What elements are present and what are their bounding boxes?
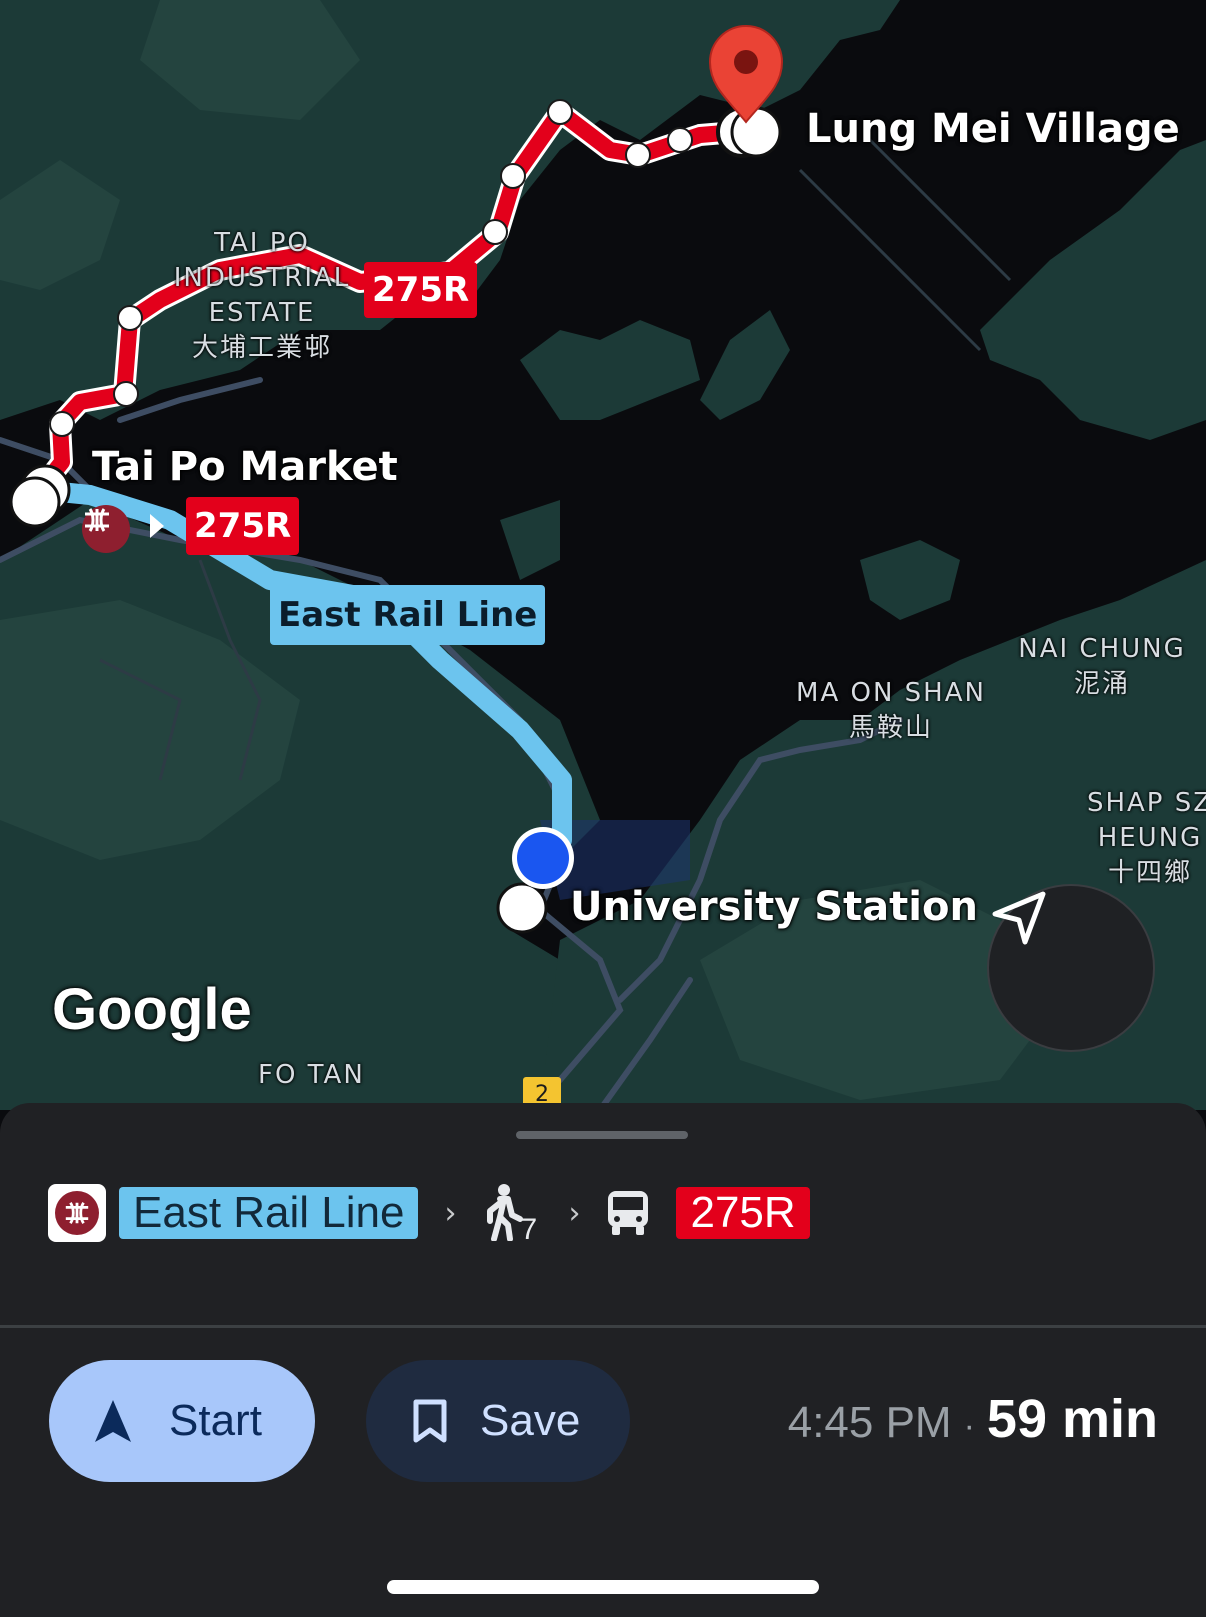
map-view[interactable]: Lung Mei Village Tai Po Market Universit…: [0, 0, 1206, 1110]
bus-stop: [117, 305, 143, 331]
bus-icon: [608, 1191, 649, 1235]
bus-stop: [49, 411, 75, 437]
recenter-button[interactable]: [987, 884, 1155, 1052]
bus-stop: [625, 142, 651, 168]
navigation-start-icon: [95, 1400, 131, 1442]
sheet-divider: [0, 1325, 1206, 1328]
bus-stop: [667, 127, 693, 153]
sheet-drag-handle[interactable]: [516, 1131, 688, 1139]
area-label-line: ESTATE: [208, 298, 316, 328]
save-button-label: Save: [480, 1396, 581, 1445]
walk-step: 7: [482, 1183, 542, 1246]
area-label-line: MA ON SHAN: [796, 678, 986, 708]
bus-route-badge[interactable]: 275R: [364, 262, 478, 318]
bus-stop: [482, 219, 508, 245]
route-steps[interactable]: East Rail Line › 7 › 275R: [48, 1183, 810, 1246]
trip-duration: 59 min: [986, 1389, 1158, 1449]
trip-eta: 4:45 PM · 59 min: [788, 1388, 1158, 1458]
area-label-line: INDUSTRIAL: [173, 263, 351, 293]
mtr-logo-circle: [55, 1191, 99, 1235]
area-label-nai-chung: NAI CHUNG 泥涌: [1010, 632, 1194, 702]
transfer-stop-label[interactable]: Tai Po Market: [92, 444, 398, 490]
chevron-right-icon: ›: [444, 1195, 457, 1231]
area-label-fo-tan: FO TAN: [258, 1060, 365, 1090]
departure-time: 4:45 PM: [787, 1398, 952, 1447]
area-label-line: 大埔工業邨: [191, 333, 332, 363]
google-logo: Google: [52, 977, 252, 1042]
navigation-arrow-icon: [992, 891, 1046, 945]
chevron-right-icon: ›: [568, 1195, 581, 1231]
mtr-logo-glyph: [65, 1201, 89, 1225]
origin-station-label[interactable]: University Station: [570, 884, 978, 930]
step-rail-badge: East Rail Line: [119, 1187, 419, 1239]
bus-stop: [113, 381, 139, 407]
area-label-line: 馬鞍山: [848, 713, 933, 743]
eta-separator: ·: [963, 1407, 975, 1445]
step-bus-badge: 275R: [676, 1187, 810, 1239]
directions-sheet: East Rail Line › 7 › 275R Start Save 4:4…: [0, 1103, 1206, 1617]
mtr-logo-icon: [48, 1184, 106, 1242]
bookmark-icon: [413, 1399, 447, 1443]
current-location-dot[interactable]: [512, 827, 574, 889]
area-label-line: NAI CHUNG: [1018, 634, 1186, 664]
area-label-ma-on-shan: MA ON SHAN 馬鞍山: [786, 676, 996, 746]
area-label-line: SHAP SZ: [1086, 788, 1206, 818]
mtr-logo-glyph: [85, 508, 109, 532]
bus-stop: [547, 99, 573, 125]
start-button-label: Start: [169, 1396, 262, 1445]
area-label-line: HEUNG: [1097, 823, 1203, 853]
walk-minutes: 7: [520, 1213, 538, 1246]
area-label-tai-po-industrial-estate: TAI PO INDUSTRIAL ESTATE 大埔工業邨: [166, 226, 358, 366]
rail-line-badge[interactable]: East Rail Line: [270, 585, 546, 645]
transfer-arrow-icon: [150, 514, 164, 538]
destination-label[interactable]: Lung Mei Village: [806, 106, 1180, 152]
home-indicator[interactable]: [387, 1580, 819, 1594]
start-button[interactable]: Start: [49, 1360, 315, 1482]
area-label-line: 泥涌: [1073, 669, 1130, 699]
mtr-station-icon: [82, 505, 130, 553]
area-label-shap-sz-heung: SHAP SZ HEUNG 十四鄉: [1070, 786, 1206, 891]
area-label-line: TAI PO: [214, 228, 310, 258]
transfer-bus-badge[interactable]: 275R: [186, 497, 300, 555]
save-button[interactable]: Save: [366, 1360, 630, 1482]
bus-stop: [500, 163, 526, 189]
origin-station-marker[interactable]: [496, 882, 548, 934]
